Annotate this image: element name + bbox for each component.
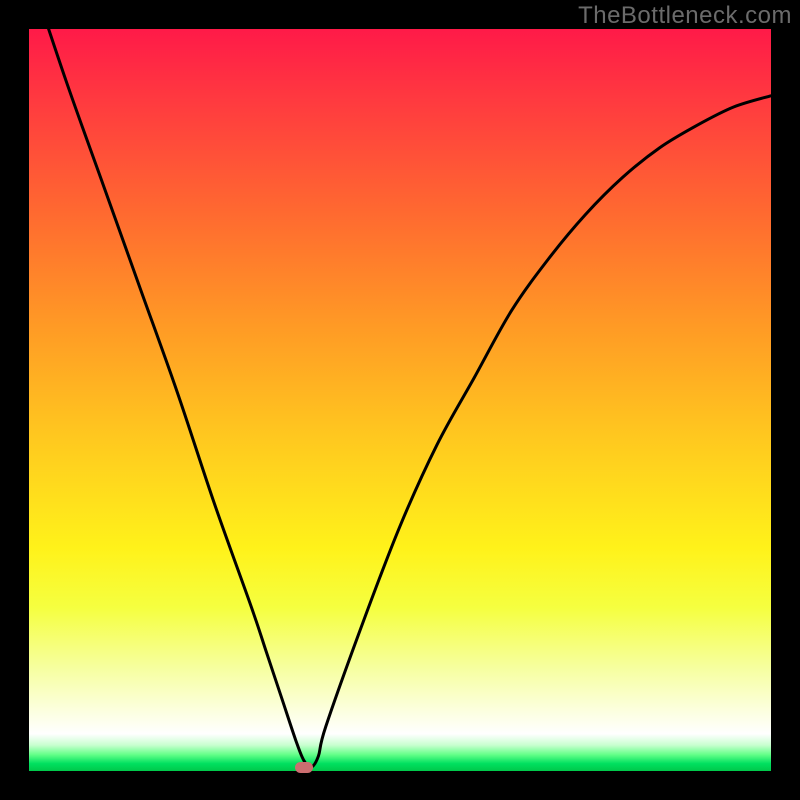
watermark-text: TheBottleneck.com xyxy=(578,2,792,30)
plot-area xyxy=(29,29,771,771)
chart-frame: TheBottleneck.com xyxy=(0,0,800,800)
minimum-marker xyxy=(295,762,313,773)
bottleneck-curve xyxy=(29,29,771,771)
